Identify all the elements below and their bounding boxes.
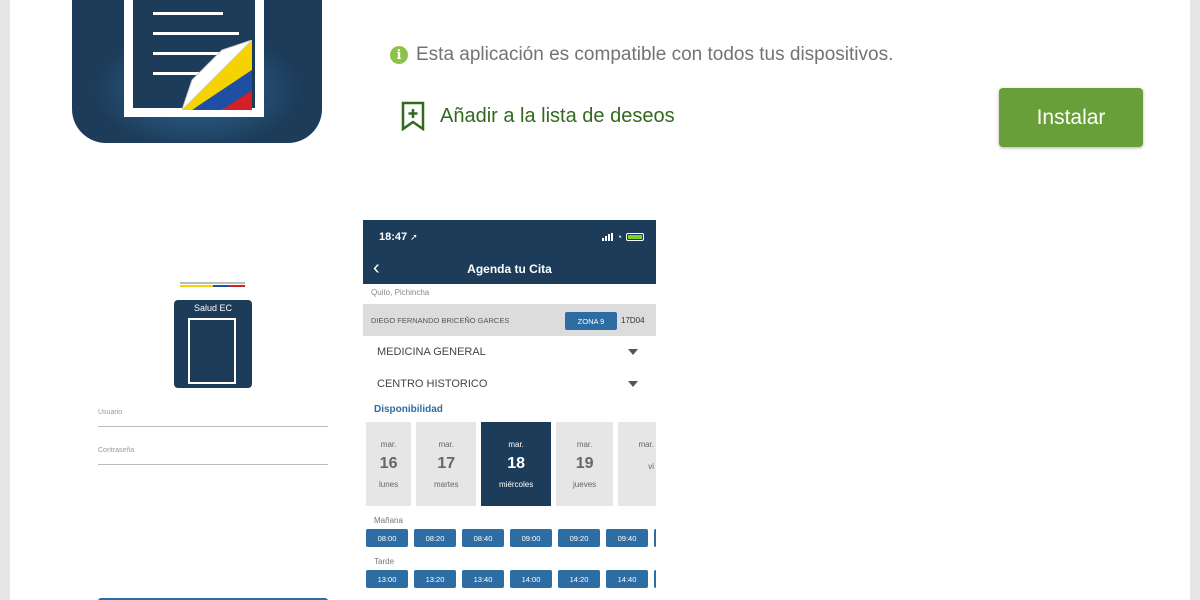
- battery-icon: [626, 233, 644, 241]
- wishlist-label: Añadir a la lista de deseos: [440, 104, 675, 127]
- day-picker: mar. 16 lunes mar. 17 martes mar. 18 mié…: [363, 422, 656, 506]
- day-month: mar.: [576, 440, 593, 449]
- time-slot[interactable]: 08:40: [462, 529, 504, 547]
- center-value: CENTRO HISTORICO: [377, 378, 488, 390]
- afternoon-slots: 13:00 13:20 13:40 14:00 14:20 14:40: [363, 570, 656, 588]
- app-detail-card: i Esta aplicación es compatible con todo…: [10, 0, 1190, 600]
- day-card[interactable]: mar. 19 jueves: [555, 422, 614, 506]
- day-card[interactable]: mar. 16 lunes: [366, 422, 412, 506]
- screenshot-login[interactable]: Salud EC Usuario Contraseña: [90, 270, 340, 600]
- time-slot[interactable]: 14:00: [510, 570, 552, 588]
- day-weekday: vi: [648, 462, 655, 471]
- zone-badge: ZONA 9: [565, 312, 617, 330]
- password-field[interactable]: Contraseña: [98, 447, 328, 465]
- time-slot[interactable]: 08:20: [414, 529, 456, 547]
- screenshot-booking[interactable]: 18:47 ➚ ◔ ‹ Agenda tu Cita Quito, Pichin…: [363, 220, 656, 600]
- ministry-logo: [180, 282, 245, 288]
- day-month: mar.: [438, 440, 455, 449]
- day-number: 17: [437, 455, 456, 472]
- time-slot[interactable]: [654, 570, 656, 588]
- location-arrow-icon: ➚: [410, 231, 418, 242]
- specialty-value: MEDICINA GENERAL: [377, 346, 486, 358]
- time-slot[interactable]: 14:20: [558, 570, 600, 588]
- day-month: mar.: [638, 440, 655, 449]
- status-time: 18:47: [379, 231, 408, 243]
- app-label: Salud EC: [193, 303, 233, 313]
- install-button[interactable]: Instalar: [999, 88, 1143, 147]
- day-weekday: martes: [434, 480, 459, 489]
- day-card-selected[interactable]: mar. 18 miércoles: [481, 422, 551, 506]
- doctor-row: DIEGO FERNANDO BRICEÑO GARCES ZONA 9 17D…: [363, 304, 656, 336]
- signal-icon: [601, 233, 613, 241]
- nav-bar: ‹ Agenda tu Cita: [363, 254, 656, 284]
- add-to-wishlist-button[interactable]: Añadir a la lista de deseos: [400, 101, 675, 131]
- time-slot[interactable]: [654, 529, 656, 547]
- info-icon: i: [390, 46, 408, 64]
- day-card[interactable]: mar. vi: [618, 422, 656, 506]
- time-slot[interactable]: 09:00: [510, 529, 552, 547]
- time-slot[interactable]: 13:00: [366, 570, 408, 588]
- salud-ec-logo: Salud EC: [174, 300, 252, 388]
- day-card[interactable]: mar. 17 martes: [416, 422, 477, 506]
- availability-label: Disponibilidad: [374, 404, 443, 415]
- day-weekday: miércoles: [499, 480, 534, 489]
- back-chevron-icon[interactable]: ‹: [373, 257, 380, 280]
- ecuador-flag-curl-icon: [182, 40, 252, 110]
- time-slot[interactable]: 13:20: [414, 570, 456, 588]
- day-number: 19: [575, 455, 594, 472]
- day-month: mar.: [508, 440, 524, 449]
- time-slot[interactable]: 08:00: [366, 529, 408, 547]
- center-select[interactable]: CENTRO HISTORICO: [363, 368, 656, 400]
- time-slot[interactable]: 09:40: [606, 529, 648, 547]
- time-slot[interactable]: 14:40: [606, 570, 648, 588]
- compatibility-text: Esta aplicación es compatible con todos …: [416, 44, 894, 65]
- morning-slots: 08:00 08:20 08:40 09:00 09:20 09:40: [363, 529, 656, 547]
- bookmark-add-icon: [401, 101, 425, 131]
- compatibility-notice: i Esta aplicación es compatible con todo…: [390, 44, 893, 66]
- day-weekday: jueves: [573, 480, 597, 489]
- location-text: Quito, Pichincha: [371, 288, 430, 297]
- day-number: 18: [507, 455, 526, 472]
- day-number: 16: [379, 455, 398, 472]
- doctor-name: DIEGO FERNANDO BRICEÑO GARCES: [371, 315, 510, 325]
- app-icon: [72, 0, 322, 143]
- username-field[interactable]: Usuario: [98, 409, 328, 427]
- time-slot[interactable]: 13:40: [462, 570, 504, 588]
- status-bar: 18:47 ➚ ◔: [363, 220, 656, 254]
- morning-label: Mañana: [374, 516, 403, 525]
- wifi-icon: ◔: [616, 232, 622, 242]
- day-weekday: lunes: [379, 480, 399, 489]
- caret-down-icon: [628, 349, 638, 355]
- clipboard-icon: [188, 318, 236, 384]
- screen-title: Agenda tu Cita: [467, 262, 552, 276]
- caret-down-icon: [628, 381, 638, 387]
- time-slot[interactable]: 09:20: [558, 529, 600, 547]
- afternoon-label: Tarde: [374, 557, 395, 566]
- district-code: 17D04: [621, 316, 645, 325]
- specialty-select[interactable]: MEDICINA GENERAL: [363, 336, 656, 368]
- day-month: mar.: [380, 440, 397, 449]
